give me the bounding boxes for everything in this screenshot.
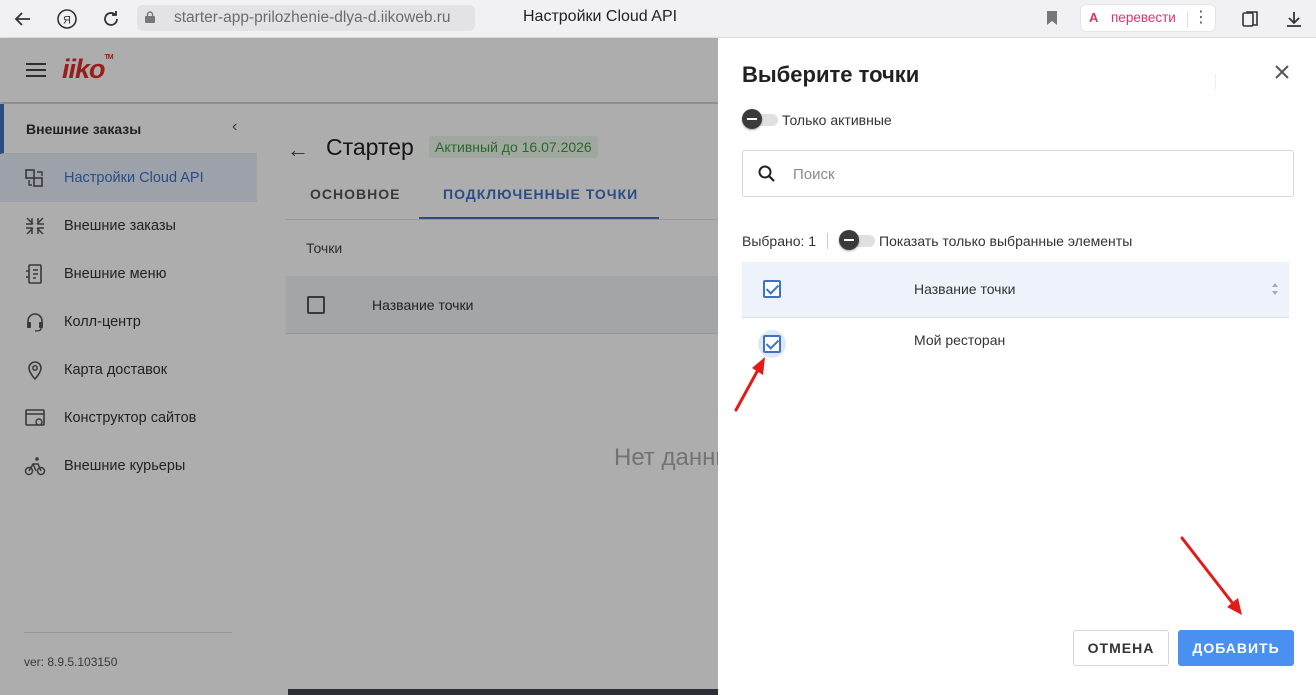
browser-page-title: Настройки Cloud API [523, 8, 678, 25]
dialog-table-header: Название точки [742, 262, 1289, 318]
table-row[interactable]: Мой ресторан [742, 318, 1289, 370]
select-points-dialog: Выберите точки Только активные Выбрано: … [718, 38, 1316, 695]
add-button[interactable]: ДОБАВИТЬ [1178, 630, 1294, 666]
translate-button[interactable]: A перевести ⋮ [1080, 4, 1216, 32]
collections-icon[interactable] [1238, 7, 1262, 31]
browser-toolbar: Я starter-app-prilozhenie-dlya-d.iikoweb… [0, 0, 1316, 38]
back-icon[interactable] [11, 7, 35, 31]
svg-text:Я: Я [63, 15, 71, 27]
show-selected-label: Показать только выбранные элементы [879, 233, 1133, 249]
yandex-icon[interactable]: Я [55, 7, 79, 31]
only-active-toggle[interactable] [742, 109, 778, 129]
only-active-label: Только активные [782, 112, 892, 128]
bookmark-icon[interactable] [1045, 10, 1059, 26]
point-name: Мой ресторан [914, 332, 1006, 348]
row-checkbox[interactable] [763, 335, 781, 353]
cancel-button[interactable]: ОТМЕНА [1073, 630, 1169, 666]
modal-backdrop[interactable] [0, 38, 718, 695]
dialog-title: Выберите точки [742, 62, 920, 87]
selected-count: Выбрано: 1 [742, 233, 817, 249]
lock-icon [145, 11, 155, 23]
select-all-checkbox[interactable] [763, 280, 781, 298]
selected-separator [827, 233, 828, 249]
translate-label: перевести [1111, 10, 1176, 25]
column-header-name[interactable]: Название точки [914, 281, 1015, 297]
search-field[interactable] [742, 150, 1294, 197]
translate-separator [1187, 11, 1188, 27]
address-bar[interactable]: starter-app-prilozhenie-dlya-d.iikoweb.r… [137, 5, 475, 31]
translate-icon: A [1089, 10, 1099, 25]
sort-icon[interactable] [1270, 281, 1280, 297]
address-text: starter-app-prilozhenie-dlya-d.iikoweb.r… [174, 9, 451, 26]
search-input[interactable] [793, 163, 1273, 185]
more-icon[interactable]: ⋮ [1193, 7, 1209, 27]
download-icon[interactable] [1282, 7, 1306, 31]
bottom-strip [288, 689, 718, 695]
close-icon[interactable] [1272, 62, 1292, 82]
dialog-title-separator [1215, 74, 1216, 90]
reload-icon[interactable] [99, 7, 123, 31]
show-selected-toggle[interactable] [839, 230, 875, 250]
search-icon [758, 165, 775, 182]
